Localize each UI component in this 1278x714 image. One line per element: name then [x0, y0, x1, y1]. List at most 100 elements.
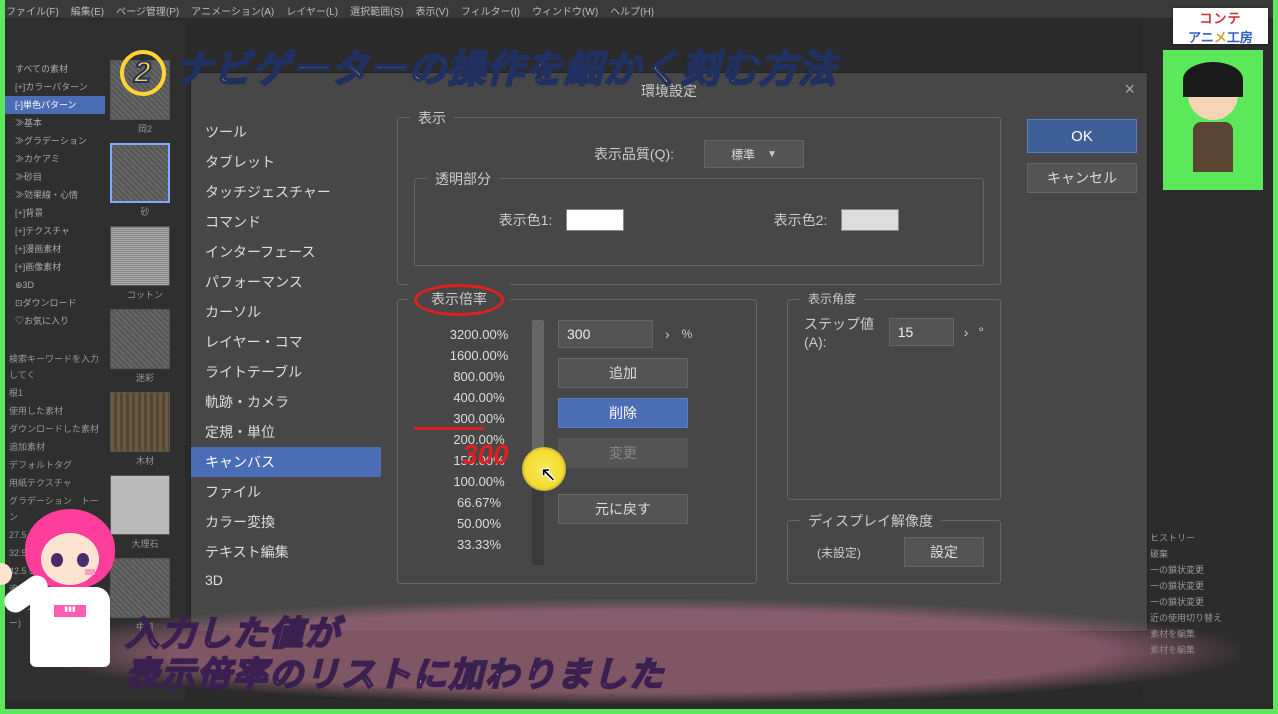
category-item[interactable]: カーソル [191, 297, 381, 327]
zoom-level-item[interactable]: 33.33% [414, 534, 544, 555]
category-item-canvas[interactable]: キャンバス [191, 447, 381, 477]
zoom-scrollbar[interactable] [532, 320, 544, 565]
angle-fieldset: 表示角度 ステップ値(A): › ° [787, 299, 1001, 500]
chevron-right-icon[interactable]: › [665, 326, 670, 342]
material-thumb[interactable] [110, 226, 170, 286]
category-item[interactable]: カラー変換 [191, 507, 381, 537]
menu-layer[interactable]: レイヤー(L) [280, 0, 344, 18]
zoom-level-item[interactable]: 50.00% [414, 513, 544, 534]
tree-item[interactable]: ⊡ダウンロード [5, 294, 105, 312]
tree-item[interactable]: ⊕3D [5, 276, 105, 294]
list-item[interactable]: 用紙テクスチャ [5, 474, 105, 492]
category-item[interactable]: テキスト編集 [191, 537, 381, 567]
display-resolution-fieldset: ディスプレイ解像度 (未設定) 設定 [787, 520, 1001, 584]
title-number-badge: 2 [120, 50, 166, 96]
color1-swatch[interactable] [566, 209, 624, 231]
delete-button[interactable]: 削除 [558, 398, 688, 428]
menu-page[interactable]: ページ管理(P) [110, 0, 185, 18]
thumb-label: コットン [110, 288, 180, 301]
zoom-level-item-300[interactable]: 300.00% [414, 408, 544, 429]
reset-button[interactable]: 元に戻す [558, 494, 688, 524]
list-item[interactable]: ヒストリー [1150, 530, 1270, 546]
list-item[interactable]: ダウンロードした素材 [5, 420, 105, 438]
quality-label: 表示品質(Q): [594, 144, 674, 164]
list-item[interactable]: 追加素材 [5, 438, 105, 456]
color2-label: 表示色2: [774, 210, 828, 230]
dispres-set-button[interactable]: 設定 [904, 537, 984, 567]
menu-view[interactable]: 表示(V) [409, 0, 454, 18]
subtitle-line2: 表示倍率のリストに加わりました [125, 655, 665, 696]
zoom-level-item[interactable]: 3200.00% [414, 324, 544, 345]
step-value-input[interactable] [889, 318, 954, 346]
logo-l2c: 工房 [1227, 30, 1253, 45]
tree-item[interactable]: ≫基本 [5, 114, 105, 132]
category-item[interactable]: ファイル [191, 477, 381, 507]
category-item[interactable]: 3D [191, 567, 381, 593]
category-item[interactable]: 軌跡・カメラ [191, 387, 381, 417]
material-thumb[interactable] [110, 309, 170, 369]
tree-item[interactable]: [+]画像素材 [5, 258, 105, 276]
tree-item[interactable]: [+]テクスチャ [5, 222, 105, 240]
tree-item[interactable]: [-]単色パターン [5, 96, 105, 114]
close-icon[interactable]: × [1124, 79, 1135, 100]
change-button[interactable]: 変更 [558, 438, 688, 468]
subtitle-text: 入力した値が 表示倍率のリストに加わりました [125, 614, 665, 696]
tree-item[interactable]: [+]漫画素材 [5, 240, 105, 258]
chevron-right-icon[interactable]: › [964, 324, 969, 340]
menu-select[interactable]: 選択範囲(S) [344, 0, 409, 18]
quality-select[interactable]: 標準 ▼ [704, 140, 804, 168]
category-item[interactable]: ライトテーブル [191, 357, 381, 387]
zoom-legend-highlight: 表示倍率 [408, 284, 510, 316]
category-item[interactable]: パフォーマンス [191, 267, 381, 297]
menu-edit[interactable]: 編集(E) [65, 0, 110, 18]
category-item[interactable]: インターフェース [191, 237, 381, 267]
list-item[interactable]: 一の鎖状変更 [1150, 562, 1270, 578]
list-item[interactable]: 使用した素材 [5, 402, 105, 420]
avatar-bottom-left: ▮▮▮ [5, 509, 135, 709]
list-item[interactable]: 根1 [5, 384, 105, 402]
tree-item[interactable]: すべての素材 [5, 60, 105, 78]
category-item[interactable]: ツール [191, 117, 381, 147]
menu-anim[interactable]: アニメーション(A) [185, 0, 280, 18]
category-item[interactable]: タブレット [191, 147, 381, 177]
quality-value: 標準 [731, 146, 755, 163]
tree-item[interactable]: [+]カラーパターン [5, 78, 105, 96]
tree-item[interactable]: ♡お気に入り [5, 312, 105, 330]
step-label: ステップ値(A): [804, 314, 879, 350]
material-thumb[interactable] [110, 143, 170, 203]
cursor-arrow-icon: ↖ [540, 462, 557, 487]
category-item[interactable]: タッチジェスチャー [191, 177, 381, 207]
menu-filter[interactable]: フィルター(I) [455, 0, 526, 18]
thumb-label: 迷彩 [110, 371, 180, 384]
zoom-value-input[interactable] [558, 320, 653, 348]
zoom-fieldset: 表示倍率 3200.00% 1600.00% 800.00% 400.00% 3… [397, 299, 757, 584]
menu-file[interactable]: ファイル(F) [0, 0, 65, 18]
channel-logo: コンテ アニメ工房 [1173, 8, 1268, 44]
cancel-button[interactable]: キャンセル [1027, 163, 1137, 193]
tree-item[interactable]: ≫砂目 [5, 168, 105, 186]
add-button[interactable]: 追加 [558, 358, 688, 388]
tree-item[interactable]: ≫カケアミ [5, 150, 105, 168]
dialog-action-buttons: OK キャンセル [1017, 109, 1147, 633]
category-item[interactable]: レイヤー・コマ [191, 327, 381, 357]
material-thumb[interactable] [110, 392, 170, 452]
zoom-level-item[interactable]: 800.00% [414, 366, 544, 387]
display-fieldset: 表示 表示品質(Q): 標準 ▼ 透明部分 表示色1: 表示色2: [397, 117, 1001, 285]
tree-item[interactable]: [+]背景 [5, 204, 105, 222]
list-item[interactable]: 一の鎖状変更 [1150, 578, 1270, 594]
zoom-level-item[interactable]: 66.67% [414, 492, 544, 513]
menu-window[interactable]: ウィンドウ(W) [526, 0, 604, 18]
color1-label: 表示色1: [499, 210, 553, 230]
category-item[interactable]: 定規・単位 [191, 417, 381, 447]
zoom-level-item[interactable]: 1600.00% [414, 345, 544, 366]
tree-item[interactable]: ≫効果線・心情 [5, 186, 105, 204]
list-item[interactable]: 破棄 [1150, 546, 1270, 562]
menu-help[interactable]: ヘルプ(H) [604, 0, 660, 18]
color2-swatch[interactable] [841, 209, 899, 231]
zoom-level-item[interactable]: 400.00% [414, 387, 544, 408]
list-item[interactable]: デフォルトタグ [5, 456, 105, 474]
subtitle-line1: 入力した値が [125, 614, 665, 655]
category-item[interactable]: コマンド [191, 207, 381, 237]
ok-button[interactable]: OK [1027, 119, 1137, 153]
tree-item[interactable]: ≫グラデーション [5, 132, 105, 150]
